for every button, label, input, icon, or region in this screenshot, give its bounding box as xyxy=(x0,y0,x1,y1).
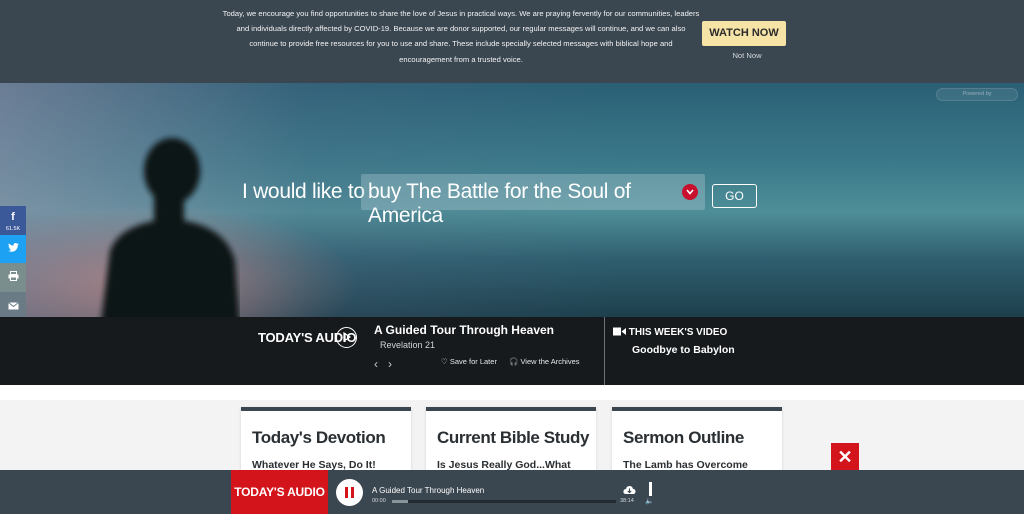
envelope-icon xyxy=(0,301,26,313)
pause-button[interactable] xyxy=(336,479,363,506)
chevron-down-icon xyxy=(682,184,698,200)
todays-audio-scripture: Revelation 21 xyxy=(380,340,436,350)
player-track-title: A Guided Tour Through Heaven xyxy=(372,486,485,495)
pause-icon-bar xyxy=(351,487,354,498)
cards-section: Today's Devotion Whatever He Says, Do It… xyxy=(0,400,1024,477)
twitter-share-button[interactable] xyxy=(0,234,26,263)
chevron-right-icon[interactable]: › xyxy=(388,357,392,371)
player-label: TODAY'S AUDIO xyxy=(231,470,328,514)
media-bar: TODAY'S AUDIO A Guided Tour Through Heav… xyxy=(0,317,1024,385)
audio-player: TODAY'S AUDIO A Guided Tour Through Heav… xyxy=(0,470,1024,514)
go-button[interactable]: GO xyxy=(712,184,757,208)
printer-icon xyxy=(0,271,26,284)
weekly-video-label: THIS WEEK'S VIDEO xyxy=(628,327,728,338)
intent-dropdown-value: buy The Battle for the Soul of America xyxy=(368,180,631,227)
bible-study-card[interactable]: Current Bible Study Is Jesus Really God.… xyxy=(426,407,596,477)
save-for-later-link[interactable]: ♡ Save for Later xyxy=(441,357,497,366)
email-share-button[interactable] xyxy=(0,291,26,320)
pause-icon xyxy=(345,487,348,498)
sermon-outline-card[interactable]: Sermon Outline The Lamb has Overcome xyxy=(612,407,782,477)
video-camera-icon xyxy=(613,327,626,336)
player-progress-fill xyxy=(392,500,408,503)
covid-banner: Today, we encourage you find opportuniti… xyxy=(0,0,1024,83)
chevron-left-icon[interactable]: ‹ xyxy=(374,357,378,371)
facebook-icon: f xyxy=(11,211,15,223)
powered-by-badge[interactable]: Powered by xyxy=(936,88,1018,101)
print-button[interactable] xyxy=(0,263,26,292)
player-progress-bar[interactable] xyxy=(392,500,616,503)
card-title: Today's Devotion xyxy=(252,428,386,447)
card-title: Current Bible Study xyxy=(437,428,590,447)
heart-icon: ♡ xyxy=(441,357,448,366)
facebook-share-count: 61.5K xyxy=(5,226,21,232)
play-button[interactable] xyxy=(336,327,357,348)
view-archives-label: View the Archives xyxy=(520,357,580,366)
person-silhouette-image xyxy=(101,138,239,317)
close-icon: ✕ xyxy=(837,447,853,467)
weekly-video-header: THIS WEEK'S VIDEO xyxy=(613,327,727,338)
card-title: Sermon Outline xyxy=(623,428,744,447)
watch-now-button[interactable]: WATCH NOW xyxy=(702,21,786,46)
play-icon xyxy=(343,332,351,342)
facebook-share-button[interactable]: f 61.5K xyxy=(0,206,26,235)
headphones-icon: 🎧 xyxy=(509,357,519,366)
todays-audio-title[interactable]: A Guided Tour Through Heaven xyxy=(374,323,554,337)
banner-message: Today, we encourage you find opportuniti… xyxy=(222,9,700,64)
close-player-button[interactable]: ✕ xyxy=(831,443,859,471)
volume-slider[interactable] xyxy=(649,482,652,496)
divider xyxy=(604,317,605,385)
not-now-link[interactable]: Not Now xyxy=(702,51,792,60)
twitter-icon xyxy=(0,242,26,255)
volume-icon[interactable]: 🔈 xyxy=(645,497,654,505)
view-archives-link[interactable]: 🎧 View the Archives xyxy=(509,357,580,366)
weekly-video-title[interactable]: Goodbye to Babylon xyxy=(632,344,735,356)
hero-section: Powered by I would like to buy The Battl… xyxy=(0,83,1024,317)
save-for-later-label: Save for Later xyxy=(449,357,497,366)
download-icon[interactable] xyxy=(623,482,636,500)
player-current-time: 00:00 xyxy=(372,498,386,504)
devotion-card[interactable]: Today's Devotion Whatever He Says, Do It… xyxy=(241,407,411,477)
intent-dropdown[interactable]: buy The Battle for the Soul of America xyxy=(361,174,705,227)
prompt-label: I would like to xyxy=(242,180,365,203)
